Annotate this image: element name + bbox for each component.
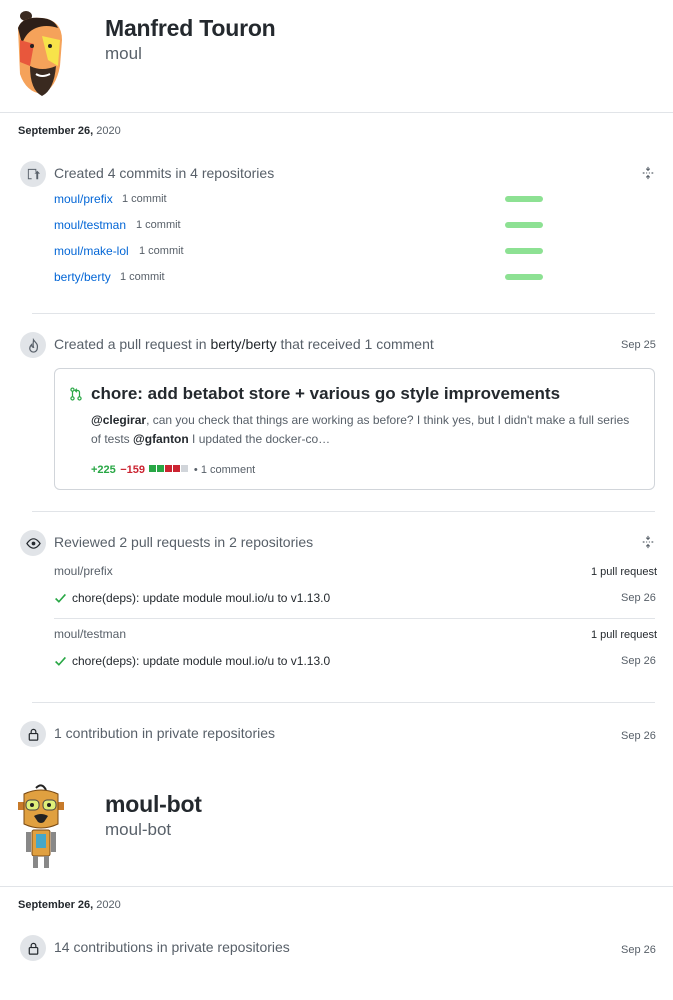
commit-repo-link[interactable]: moul/prefix [54,192,113,206]
divider [0,112,673,113]
divider [0,886,673,887]
private-summary: 14 contributions in private repositories [54,939,290,955]
commits-summary[interactable]: Created 4 commits in 4 repositories [54,165,274,181]
fold-icon[interactable] [641,166,655,185]
pr-repo-link[interactable]: berty/berty [210,336,276,352]
pr-card[interactable]: chore: add betabot store + various go st… [54,368,655,490]
eye-icon [20,530,46,556]
commit-repo-link[interactable]: moul/testman [54,218,126,232]
commit-count[interactable]: 1 commit [139,245,184,257]
review-date: Sep 26 [621,592,656,604]
review-repo[interactable]: moul/testman [54,627,126,641]
review-count: 1 pull request [591,629,658,641]
pull-request-icon [20,332,46,358]
mention[interactable]: @clegirar [91,413,146,427]
repo-push-icon [20,161,46,187]
user-name[interactable]: moul-bot [105,791,202,818]
avatar[interactable] [12,10,68,98]
pr-title[interactable]: chore: add betabot store + various go st… [91,384,560,404]
commit-bar [505,248,543,254]
date-heading: September 26, 2020 [18,125,121,137]
additions: +225 [91,464,116,476]
divider [54,618,655,619]
review-date: Sep 26 [621,655,656,667]
private-summary: 1 contribution in private repositories [54,725,276,741]
commit-count[interactable]: 1 commit [136,219,181,231]
reviews-summary[interactable]: Reviewed 2 pull requests in 2 repositori… [54,534,313,550]
check-icon [54,592,67,610]
mention[interactable]: @gfanton [133,432,189,446]
commit-bar [505,196,543,202]
user-login: moul-bot [105,820,172,839]
pr-body: @clegirar, can you check that things are… [91,413,630,446]
commit-repo-link[interactable]: moul/make-lol [54,244,129,258]
pr-date: Sep 25 [621,339,656,351]
review-item-title[interactable]: chore(deps): update module moul.io/u to … [72,591,330,605]
check-icon [54,655,67,673]
deletions: −159 [120,464,146,476]
avatar[interactable] [14,782,68,872]
divider [32,702,655,703]
pr-summary: Created a pull request in berty/berty th… [54,336,434,352]
pr-stats: +225 −159 • 1 comment [91,460,255,478]
divider [32,511,655,512]
pull-request-icon [69,387,83,406]
private-date: Sep 26 [621,944,656,956]
pr-comments[interactable]: • 1 comment [194,464,255,476]
private-date: Sep 26 [621,730,656,742]
lock-icon [20,721,46,747]
diffstat [149,460,189,477]
review-count: 1 pull request [591,566,658,578]
review-item-title[interactable]: chore(deps): update module moul.io/u to … [72,654,330,668]
user-login: moul [105,44,142,63]
user-name[interactable]: Manfred Touron [105,15,276,42]
fold-icon[interactable] [641,535,655,554]
lock-icon [20,935,46,961]
date-heading: September 26, 2020 [18,899,121,911]
review-repo[interactable]: moul/prefix [54,564,113,578]
commit-bar [505,274,543,280]
commit-repo-link[interactable]: berty/berty [54,270,111,284]
commit-bar [505,222,543,228]
commit-count[interactable]: 1 commit [122,193,167,205]
commit-count[interactable]: 1 commit [120,271,165,283]
divider [32,313,655,314]
